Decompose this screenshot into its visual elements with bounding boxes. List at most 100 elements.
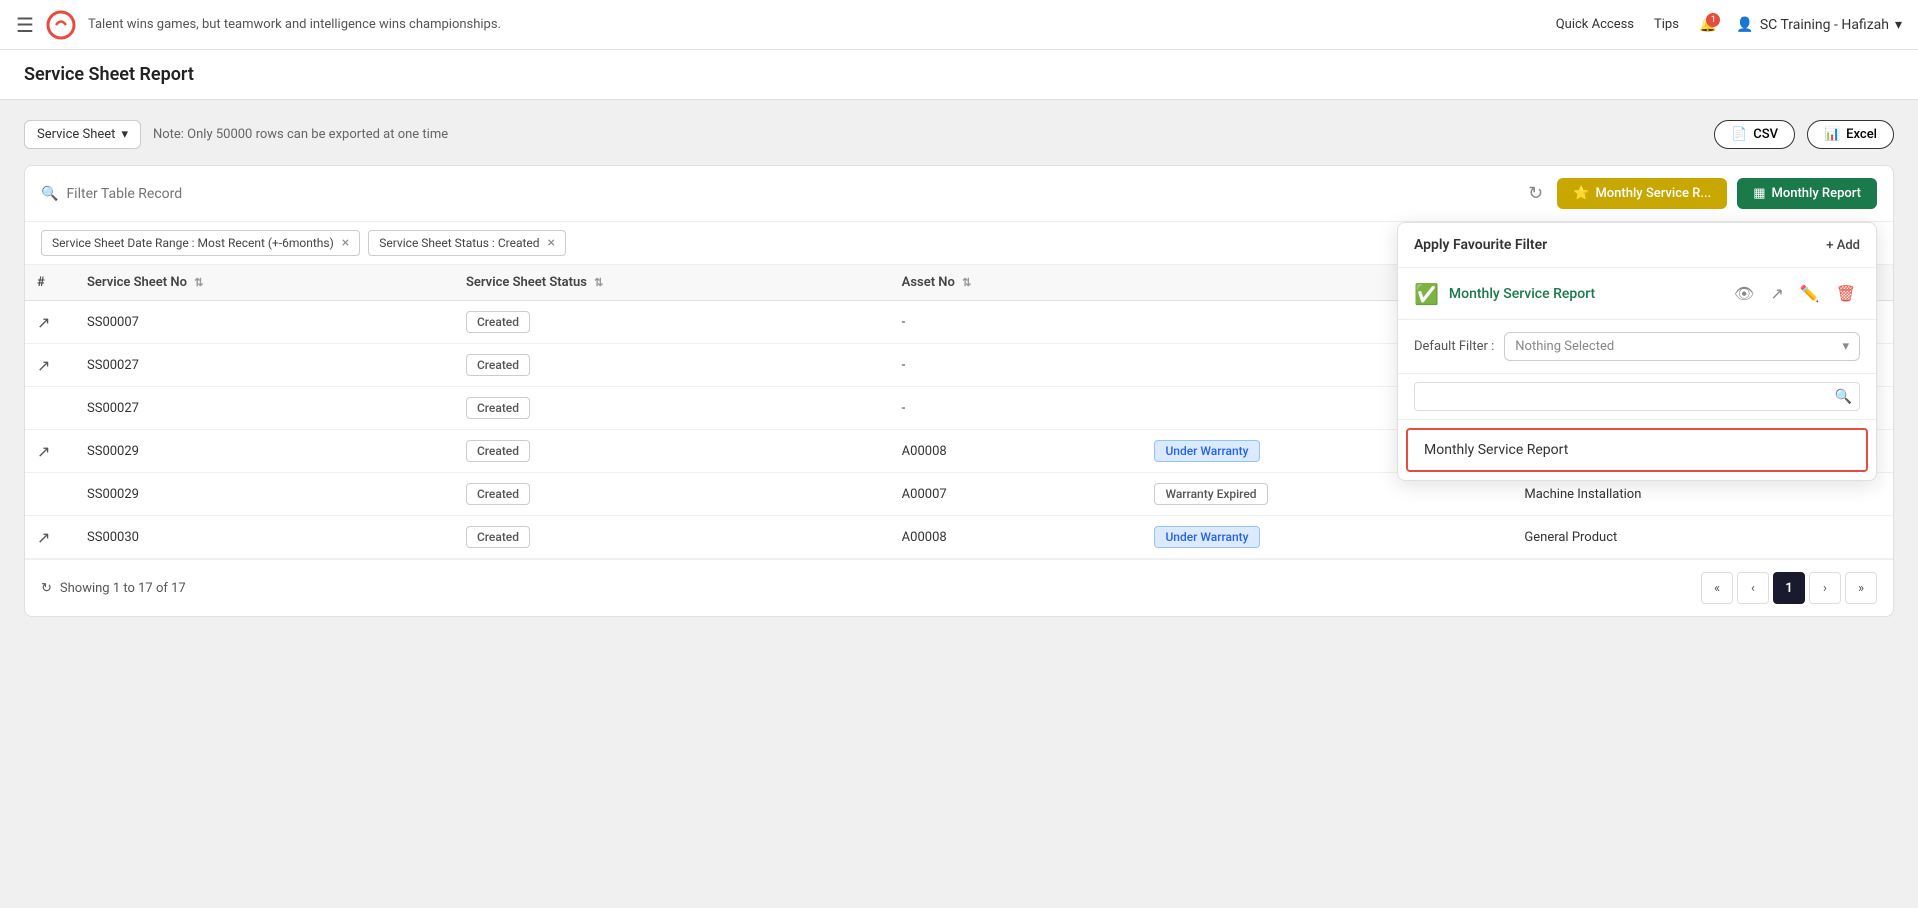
chevron-down-icon: ▾ — [1895, 17, 1902, 33]
dropdown-search-wrap: 🔍 — [1414, 382, 1860, 411]
row-link-cell: ↗ — [25, 430, 75, 473]
hamburger-menu[interactable]: ☰ — [16, 13, 34, 37]
status-badge: Created — [466, 440, 530, 462]
warranty-badge: Under Warranty — [1154, 526, 1259, 548]
share-filter-button[interactable]: ↗ — [1766, 280, 1787, 307]
last-page-button[interactable]: » — [1845, 572, 1877, 604]
grid-icon: ▦ — [1753, 186, 1765, 201]
trash-icon: 🗑 — [1836, 284, 1856, 303]
row-status: Created — [454, 301, 890, 344]
report-type-label: Service Sheet — [37, 127, 115, 142]
table-footer: ↻ Showing 1 to 17 of 17 « ‹ 1 › » — [25, 559, 1893, 616]
row-link-cell: ↗ — [25, 344, 75, 387]
chevron-down-icon: ▾ — [1842, 339, 1849, 354]
dropdown-option-monthly-service-report[interactable]: Monthly Service Report — [1406, 428, 1868, 472]
row-ss-no: SS00027 — [75, 387, 454, 430]
csv-button[interactable]: 📄 CSV — [1714, 120, 1795, 149]
monthly-service-report-button[interactable]: ⭐ Monthly Service R... — [1557, 178, 1727, 209]
report-type-select[interactable]: Service Sheet ▾ — [24, 120, 141, 149]
first-page-button[interactable]: « — [1701, 572, 1733, 604]
date-range-chip-label: Service Sheet Date Range : Most Recent (… — [52, 236, 334, 250]
top-navigation: ☰ Talent wins games, but teamwork and in… — [0, 0, 1918, 50]
default-filter-select[interactable]: Nothing Selected ▾ — [1504, 332, 1860, 361]
share-icon: ↗ — [1770, 284, 1783, 303]
row-ss-no: SS00030 — [75, 516, 454, 559]
row-asset-no: A00007 — [890, 473, 1143, 516]
excel-icon: 📊 — [1824, 127, 1840, 142]
external-link-icon[interactable]: ↗ — [37, 313, 50, 332]
page-title-bar: Service Sheet Report — [0, 50, 1918, 100]
warranty-badge: Warranty Expired — [1154, 483, 1267, 505]
search-input[interactable] — [66, 186, 1514, 202]
row-warranty: Under Warranty — [1142, 516, 1512, 559]
prev-page-button[interactable]: ‹ — [1737, 572, 1769, 604]
date-range-chip-close[interactable]: × — [342, 235, 349, 251]
dropdown-search-input[interactable] — [1414, 382, 1860, 411]
sort-icon-status[interactable]: ⇅ — [594, 276, 603, 289]
status-badge: Created — [466, 526, 530, 548]
user-icon: 👤 — [1736, 17, 1753, 33]
pencil-icon: ✏️ — [1800, 284, 1820, 303]
date-range-filter-chip: Service Sheet Date Range : Most Recent (… — [41, 230, 360, 256]
search-row: 🔍 ↻ ⭐ Monthly Service R... ▦ Monthly Rep… — [25, 166, 1893, 222]
status-filter-chip: Service Sheet Status : Created × — [368, 230, 566, 256]
refresh-button[interactable]: ↻ — [1524, 179, 1547, 208]
nav-right: Quick Access Tips 🔔 1 👤 SC Training - Ha… — [1556, 17, 1902, 33]
table-row: ↗ SS00030 Created A00008 Under Warranty … — [25, 516, 1893, 559]
default-filter-label: Default Filter : — [1414, 339, 1494, 354]
hide-filter-button[interactable]: 👁 — [1730, 280, 1758, 307]
status-badge: Created — [466, 311, 530, 333]
dropdown-search-icon: 🔍 — [1835, 389, 1852, 405]
toolbar-row: Service Sheet ▾ Note: Only 50000 rows ca… — [24, 120, 1894, 149]
status-chip-label: Service Sheet Status : Created — [379, 236, 539, 250]
fav-item-name: Monthly Service Report — [1449, 286, 1720, 302]
row-asset-no: - — [890, 344, 1143, 387]
nav-tagline: Talent wins games, but teamwork and inte… — [88, 17, 501, 32]
notification-bell[interactable]: 🔔 1 — [1699, 17, 1716, 33]
fav-filter-header: Apply Favourite Filter + Add — [1398, 223, 1876, 268]
chevron-down-icon: ▾ — [121, 127, 128, 142]
showing-text: ↻ Showing 1 to 17 of 17 — [41, 581, 186, 596]
notification-badge: 1 — [1706, 13, 1720, 27]
refresh-small-icon[interactable]: ↻ — [41, 581, 52, 596]
row-link-cell: ↗ — [25, 516, 75, 559]
sort-icon-ss-no[interactable]: ⇅ — [194, 276, 203, 289]
col-header-hash: # — [25, 265, 75, 301]
nav-left: ☰ Talent wins games, but teamwork and in… — [16, 10, 1556, 40]
external-link-icon[interactable]: ↗ — [37, 442, 50, 461]
default-filter-value: Nothing Selected — [1515, 339, 1614, 354]
row-status: Created — [454, 430, 890, 473]
row-asset-no: A00008 — [890, 430, 1143, 473]
external-link-icon[interactable]: ↗ — [37, 528, 50, 547]
table-card: 🔍 ↻ ⭐ Monthly Service R... ▦ Monthly Rep… — [24, 165, 1894, 617]
status-badge: Created — [466, 354, 530, 376]
tips-link[interactable]: Tips — [1654, 17, 1679, 32]
row-ss-no: SS00027 — [75, 344, 454, 387]
pagination: « ‹ 1 › » — [1701, 572, 1877, 604]
main-content: Service Sheet ▾ Note: Only 50000 rows ca… — [0, 100, 1918, 637]
file-icon: 📄 — [1731, 127, 1747, 142]
monthly-report-button[interactable]: ▦ Monthly Report — [1737, 178, 1877, 209]
add-filter-button[interactable]: + Add — [1826, 238, 1860, 253]
dropdown-search-row: 🔍 — [1398, 374, 1876, 420]
row-link-cell: ↗ — [25, 301, 75, 344]
user-menu[interactable]: 👤 SC Training - Hafizah ▾ — [1736, 17, 1902, 33]
fav-filter-overlay: Apply Favourite Filter + Add ✅ Monthly S… — [1397, 222, 1877, 481]
showing-label: Showing 1 to 17 of 17 — [60, 581, 186, 596]
row-name: General Product — [1512, 516, 1893, 559]
col-header-ss-no: Service Sheet No ⇅ — [75, 265, 454, 301]
next-page-button[interactable]: › — [1809, 572, 1841, 604]
delete-filter-button[interactable]: 🗑 — [1832, 280, 1860, 307]
row-status: Created — [454, 473, 890, 516]
sort-icon-asset-no[interactable]: ⇅ — [962, 276, 971, 289]
fav-item-actions: 👁 ↗ ✏️ 🗑 — [1730, 280, 1860, 307]
excel-button[interactable]: 📊 Excel — [1807, 120, 1894, 149]
star-icon: ⭐ — [1573, 186, 1589, 201]
external-link-icon[interactable]: ↗ — [37, 356, 50, 375]
edit-filter-button[interactable]: ✏️ — [1796, 280, 1824, 307]
row-ss-no: SS00029 — [75, 473, 454, 516]
page-1-button[interactable]: 1 — [1773, 572, 1805, 604]
quick-access-link[interactable]: Quick Access — [1556, 17, 1634, 32]
col-header-status: Service Sheet Status ⇅ — [454, 265, 890, 301]
status-chip-close[interactable]: × — [548, 235, 555, 251]
